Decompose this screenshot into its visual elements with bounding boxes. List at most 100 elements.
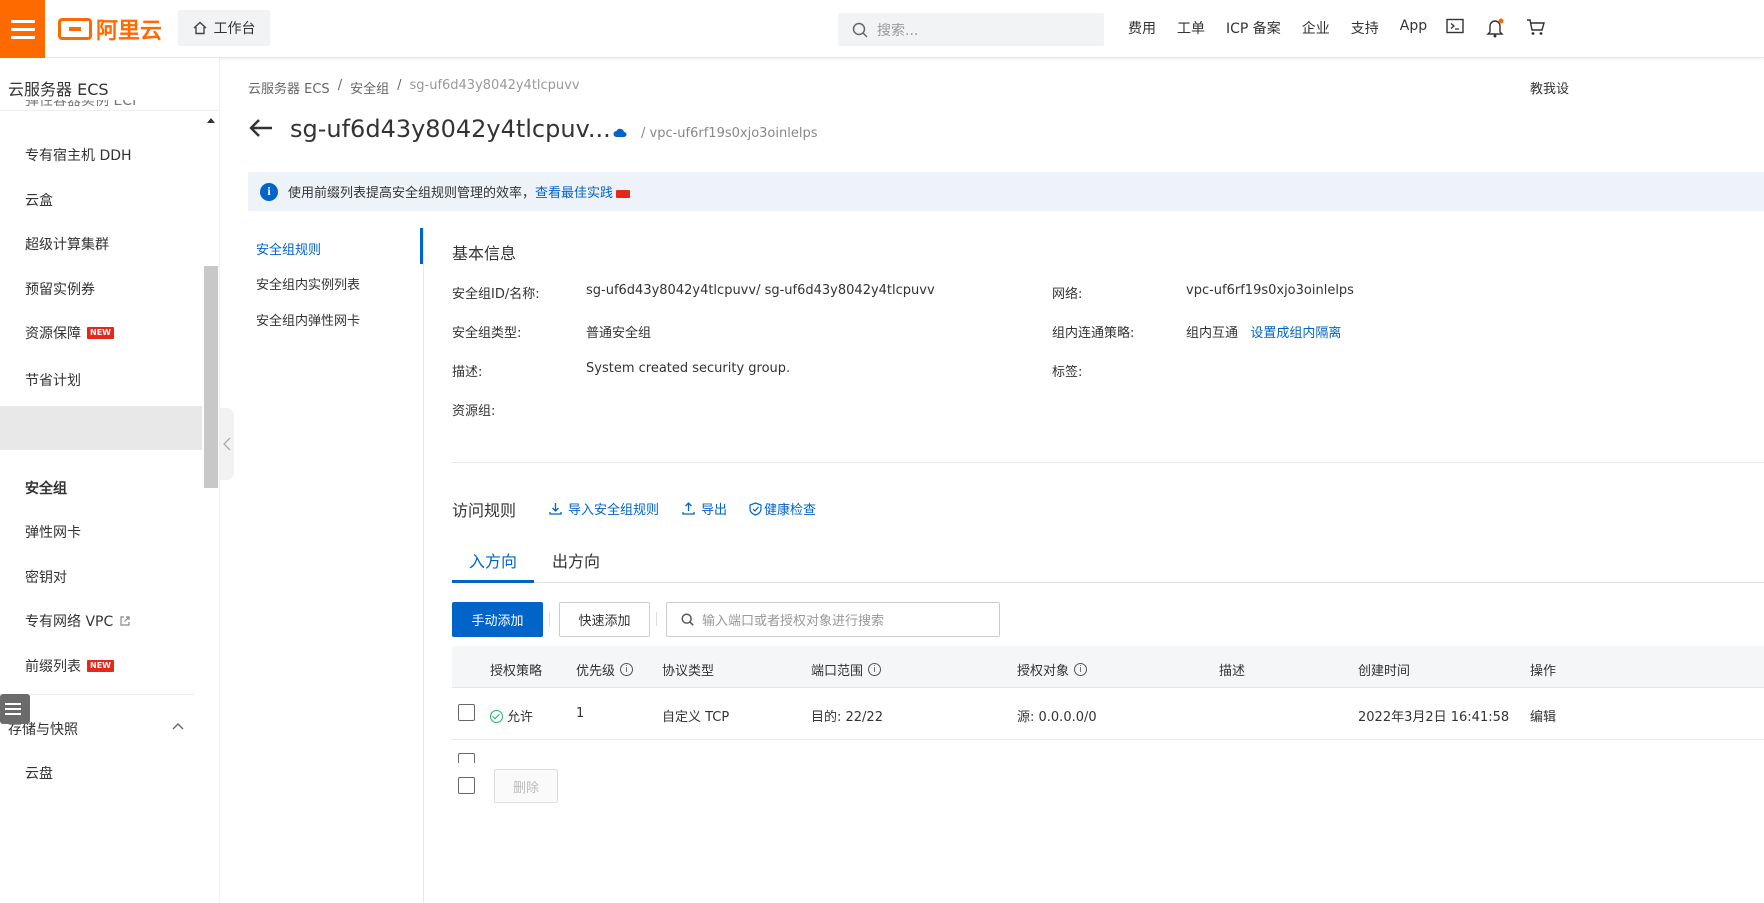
rule-search-input[interactable]: 输入端口或者授权对象进行搜索: [666, 602, 1000, 637]
divider: [549, 612, 550, 626]
top-nav: 费用 工单 ICP 备案 企业 支持 App: [1128, 18, 1427, 38]
tabs-divider: [452, 582, 1764, 583]
subnav-enis[interactable]: 安全组内弹性网卡: [256, 310, 360, 329]
quick-add-button[interactable]: 快速添加: [559, 602, 650, 637]
info-icon[interactable]: i: [620, 663, 634, 676]
sidebar-item-reserved[interactable]: 预留实例券: [25, 279, 95, 299]
sidebar-item-savings-plan[interactable]: 节省计划: [25, 370, 81, 390]
cart-icon[interactable]: [1526, 18, 1546, 38]
delete-button: 删除: [494, 769, 558, 803]
hot-badge: [616, 189, 631, 198]
breadcrumb-security-group[interactable]: 安全组: [350, 78, 389, 97]
search-icon: [852, 22, 868, 38]
sidebar-item-ddh[interactable]: 专有宿主机 DDH: [25, 145, 132, 165]
export-icon: [682, 502, 695, 515]
info-icon[interactable]: i: [868, 663, 882, 676]
sidebar-scrollbar-thumb[interactable]: [204, 266, 218, 488]
new-badge: NEW: [87, 660, 114, 672]
sidebar-title: 云服务器 ECS: [8, 80, 109, 99]
info-icon[interactable]: i: [1074, 663, 1088, 676]
table-row-partial: [452, 741, 1764, 763]
tags-label: 标签:: [1052, 365, 1083, 380]
rule-priority: 1: [576, 706, 585, 721]
sidebar-item-label: 专有网络 VPC: [25, 614, 114, 630]
nav-app[interactable]: App: [1400, 18, 1427, 38]
breadcrumb-current: sg-uf6d43y8042y4tlcpuvv: [409, 78, 580, 93]
sidebar-collapse-handle[interactable]: [220, 408, 234, 480]
divider: [452, 462, 1764, 463]
notice-text: 使用前缀列表提高安全组规则管理的效率，: [288, 186, 536, 201]
select-all-checkbox[interactable]: [458, 777, 475, 794]
policy-label: 组内连通策略:: [1052, 326, 1135, 341]
breadcrumb: 云服务器 ECS / 安全组 / sg-uf6d43y8042y4tlcpuvv: [248, 78, 580, 97]
nav-icp[interactable]: ICP 备案: [1226, 18, 1281, 38]
row-checkbox[interactable]: [458, 753, 475, 763]
health-check-button[interactable]: 健康检查: [749, 499, 816, 518]
logo[interactable]: 阿里云: [58, 14, 162, 44]
tab-inbound[interactable]: 入方向: [469, 548, 517, 572]
manual-add-button[interactable]: 手动添加: [452, 602, 543, 637]
cloud-icon[interactable]: [613, 127, 627, 139]
menu-icon[interactable]: [0, 0, 45, 58]
sidebar-item-eci[interactable]: 弹性容器实例 ECI: [25, 100, 136, 112]
tab-active-underline: [452, 580, 534, 583]
sidebar-item-eni[interactable]: 弹性网卡: [25, 522, 81, 542]
search-icon: [681, 613, 694, 626]
import-rules-button[interactable]: 导入安全组规则: [549, 499, 659, 518]
help-link[interactable]: 教我设: [1530, 78, 1569, 97]
nav-support[interactable]: 支持: [1351, 18, 1379, 38]
sidebar-item-prefix-list[interactable]: 前缀列表 NEW: [25, 656, 114, 676]
rule-policy: 允许: [490, 706, 533, 725]
health-check-label: 健康检查: [764, 503, 817, 518]
table-row: [452, 689, 1764, 740]
sidebar-item-resource-guarantee[interactable]: 资源保障 NEW: [25, 323, 114, 343]
breadcrumb-separator: /: [337, 78, 343, 93]
row-checkbox[interactable]: [458, 704, 475, 721]
info-icon: i: [260, 182, 278, 201]
set-isolation-link[interactable]: 设置成组内隔离: [1250, 326, 1341, 341]
sidebar-active-highlight: [0, 406, 202, 450]
chevron-left-icon: [223, 437, 231, 451]
sidebar-item-security-group[interactable]: 安全组: [25, 478, 67, 498]
list-toggle-icon[interactable]: [0, 694, 30, 724]
best-practice-link[interactable]: 查看最佳实践: [535, 186, 613, 201]
col-protocol: 协议类型: [662, 664, 715, 679]
global-search-input[interactable]: 搜索...: [838, 13, 1104, 46]
edit-rule-link[interactable]: 编辑: [1530, 706, 1556, 725]
breadcrumb-separator: /: [397, 78, 402, 93]
divider: [656, 612, 657, 626]
rule-protocol: 自定义 TCP: [662, 710, 730, 725]
col-policy: 授权策略: [490, 664, 543, 679]
top-icons: [1446, 18, 1546, 38]
table-header: [452, 646, 1764, 688]
terminal-icon[interactable]: [1446, 18, 1466, 38]
nav-tickets[interactable]: 工单: [1177, 18, 1205, 38]
col-created: 创建时间: [1358, 664, 1411, 679]
subnav-rules[interactable]: 安全组规则: [256, 239, 321, 258]
tab-outbound[interactable]: 出方向: [552, 548, 600, 572]
sg-id-label: 安全组ID/名称:: [452, 287, 540, 302]
back-arrow-icon[interactable]: [248, 116, 274, 140]
export-button[interactable]: 导出: [682, 499, 727, 518]
chevron-up-icon[interactable]: [172, 721, 184, 733]
search-placeholder: 搜索...: [877, 22, 919, 39]
workbench-button[interactable]: 工作台: [178, 10, 270, 46]
workbench-label: 工作台: [213, 21, 256, 37]
top-bar: 阿里云 工作台 搜索... 费用 工单 ICP 备案 企业 支持 App: [0, 0, 1764, 58]
bell-icon[interactable]: [1486, 18, 1506, 38]
scroll-up-icon[interactable]: [206, 116, 216, 124]
sidebar-item-keypair[interactable]: 密钥对: [25, 567, 67, 587]
policy-value: 组内互通 设置成组内隔离: [1186, 322, 1341, 341]
sidebar-item-disk[interactable]: 云盘: [25, 763, 53, 783]
network-value: vpc-uf6rf19s0xjo3oinlelps: [1186, 283, 1354, 298]
sidebar-item-scc[interactable]: 超级计算集群: [25, 234, 109, 254]
new-badge: NEW: [87, 327, 114, 339]
basic-info-title: 基本信息: [452, 244, 517, 263]
sidebar-item-vpc[interactable]: 专有网络 VPC: [25, 611, 131, 631]
nav-billing[interactable]: 费用: [1128, 18, 1156, 38]
breadcrumb-ecs[interactable]: 云服务器 ECS: [248, 78, 330, 97]
vpc-subtitle[interactable]: / vpc-uf6rf19s0xjo3oinlelps: [641, 126, 817, 141]
sidebar-item-cloudbox[interactable]: 云盒: [25, 190, 53, 210]
subnav-instances[interactable]: 安全组内实例列表: [256, 274, 360, 293]
nav-enterprise[interactable]: 企业: [1302, 18, 1330, 38]
